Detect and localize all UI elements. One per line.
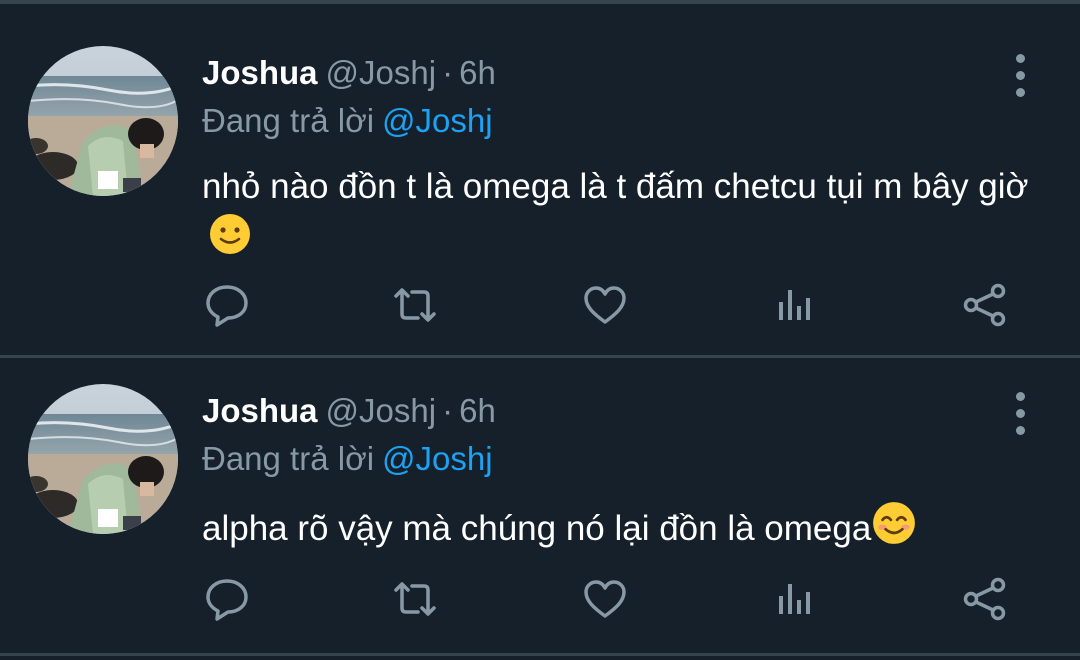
retweet-button[interactable] — [390, 280, 440, 330]
timestamp[interactable]: 6h — [459, 392, 496, 429]
retweet-icon — [394, 288, 436, 322]
avatar[interactable] — [28, 46, 178, 196]
replying-to: Đang trả lời @Joshj — [202, 436, 493, 482]
replying-to-handle[interactable]: @Joshj — [382, 440, 493, 477]
replying-to-label: Đang trả lời — [202, 102, 375, 139]
share-button[interactable] — [960, 280, 1010, 330]
tweet[interactable]: Joshua @Joshj · 6h Đang trả lời @Joshj alpha… — [0, 358, 1080, 660]
reply-button[interactable] — [202, 574, 252, 624]
user-handle[interactable]: @Joshj — [326, 392, 437, 429]
separator-dot: · — [442, 392, 454, 429]
more-options-button[interactable] — [1002, 392, 1038, 436]
retweet-icon — [394, 582, 436, 616]
more-vertical-icon — [1016, 392, 1025, 401]
reply-icon — [206, 579, 248, 621]
heart-icon — [584, 286, 626, 324]
share-icon — [963, 577, 1006, 621]
smiling-face-with-smiling-eyes-icon — [871, 500, 917, 560]
top-divider — [0, 0, 1080, 4]
share-icon — [963, 283, 1006, 327]
tweet-feed: Joshua @Joshj · 6h Đang trả lời @Joshj nhỏ n… — [0, 0, 1080, 660]
more-vertical-icon — [1016, 88, 1025, 97]
replying-to-label: Đang trả lời — [202, 440, 375, 477]
slightly-smiling-face-icon — [208, 212, 252, 270]
replying-to: Đang trả lời @Joshj — [202, 98, 493, 144]
more-vertical-icon — [1016, 409, 1025, 418]
avatar[interactable] — [28, 384, 178, 534]
tweet-header: Joshua @Joshj · 6h — [202, 50, 496, 96]
tweet-text: alpha rõ vậy mà chúng nó lại đồn là omeg… — [202, 500, 1042, 560]
user-handle[interactable]: @Joshj — [326, 54, 437, 91]
timestamp[interactable]: 6h — [459, 54, 496, 91]
tweet-body: alpha rõ vậy mà chúng nó lại đồn là omeg… — [202, 509, 872, 548]
replying-to-handle[interactable]: @Joshj — [382, 102, 493, 139]
tweet-header: Joshua @Joshj · 6h — [202, 388, 496, 434]
display-name[interactable]: Joshua — [202, 54, 318, 91]
more-vertical-icon — [1016, 54, 1025, 63]
reply-icon — [206, 285, 248, 327]
reply-button[interactable] — [202, 280, 252, 330]
separator-dot: · — [442, 54, 454, 91]
more-vertical-icon — [1016, 426, 1025, 435]
tweet-actions — [0, 574, 1080, 634]
more-options-button[interactable] — [1002, 54, 1038, 98]
tweet-text: nhỏ nào đồn t là omega là t đấm chetcu t… — [202, 162, 1042, 270]
display-name[interactable]: Joshua — [202, 392, 318, 429]
retweet-button[interactable] — [390, 574, 440, 624]
tweet-divider — [0, 653, 1080, 656]
like-button[interactable] — [580, 574, 630, 624]
analytics-button[interactable] — [770, 280, 820, 330]
tweet-actions — [0, 280, 1080, 340]
like-button[interactable] — [580, 280, 630, 330]
tweet-body: nhỏ nào đồn t là omega là t đấm chetcu t… — [202, 167, 1029, 206]
more-vertical-icon — [1016, 71, 1025, 80]
share-button[interactable] — [960, 574, 1010, 624]
analytics-icon — [779, 584, 810, 614]
analytics-button[interactable] — [770, 574, 820, 624]
tweet[interactable]: Joshua @Joshj · 6h Đang trả lời @Joshj nhỏ n… — [0, 20, 1080, 350]
analytics-icon — [779, 290, 810, 320]
heart-icon — [584, 580, 626, 618]
